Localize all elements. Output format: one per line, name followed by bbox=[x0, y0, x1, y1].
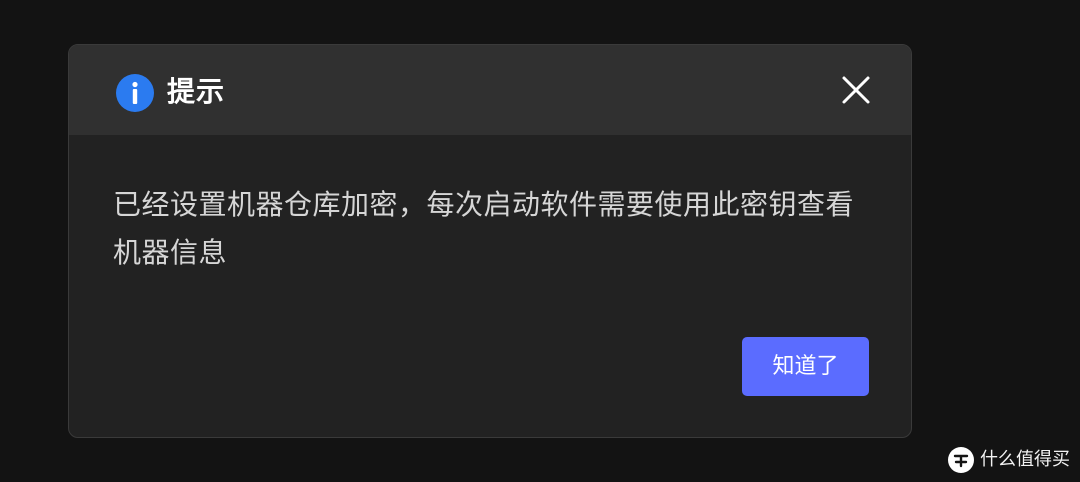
dialog-title: 提示 bbox=[167, 75, 226, 108]
confirm-button[interactable]: 知道了 bbox=[742, 337, 869, 396]
dialog-header: 提示 bbox=[69, 45, 911, 135]
dialog-message: 已经设置机器仓库加密，每次启动软件需要使用此密钥查看机器信息 bbox=[113, 188, 855, 269]
smzdm-logo-icon bbox=[948, 447, 974, 473]
watermark-text: 什么值得买 bbox=[980, 449, 1070, 470]
close-icon[interactable] bbox=[839, 73, 873, 107]
watermark: 什么值得买 bbox=[948, 446, 1070, 474]
info-dialog: 提示 已经设置机器仓库加密，每次启动软件需要使用此密钥查看机器信息 知道了 bbox=[68, 44, 912, 438]
info-icon bbox=[116, 74, 154, 112]
